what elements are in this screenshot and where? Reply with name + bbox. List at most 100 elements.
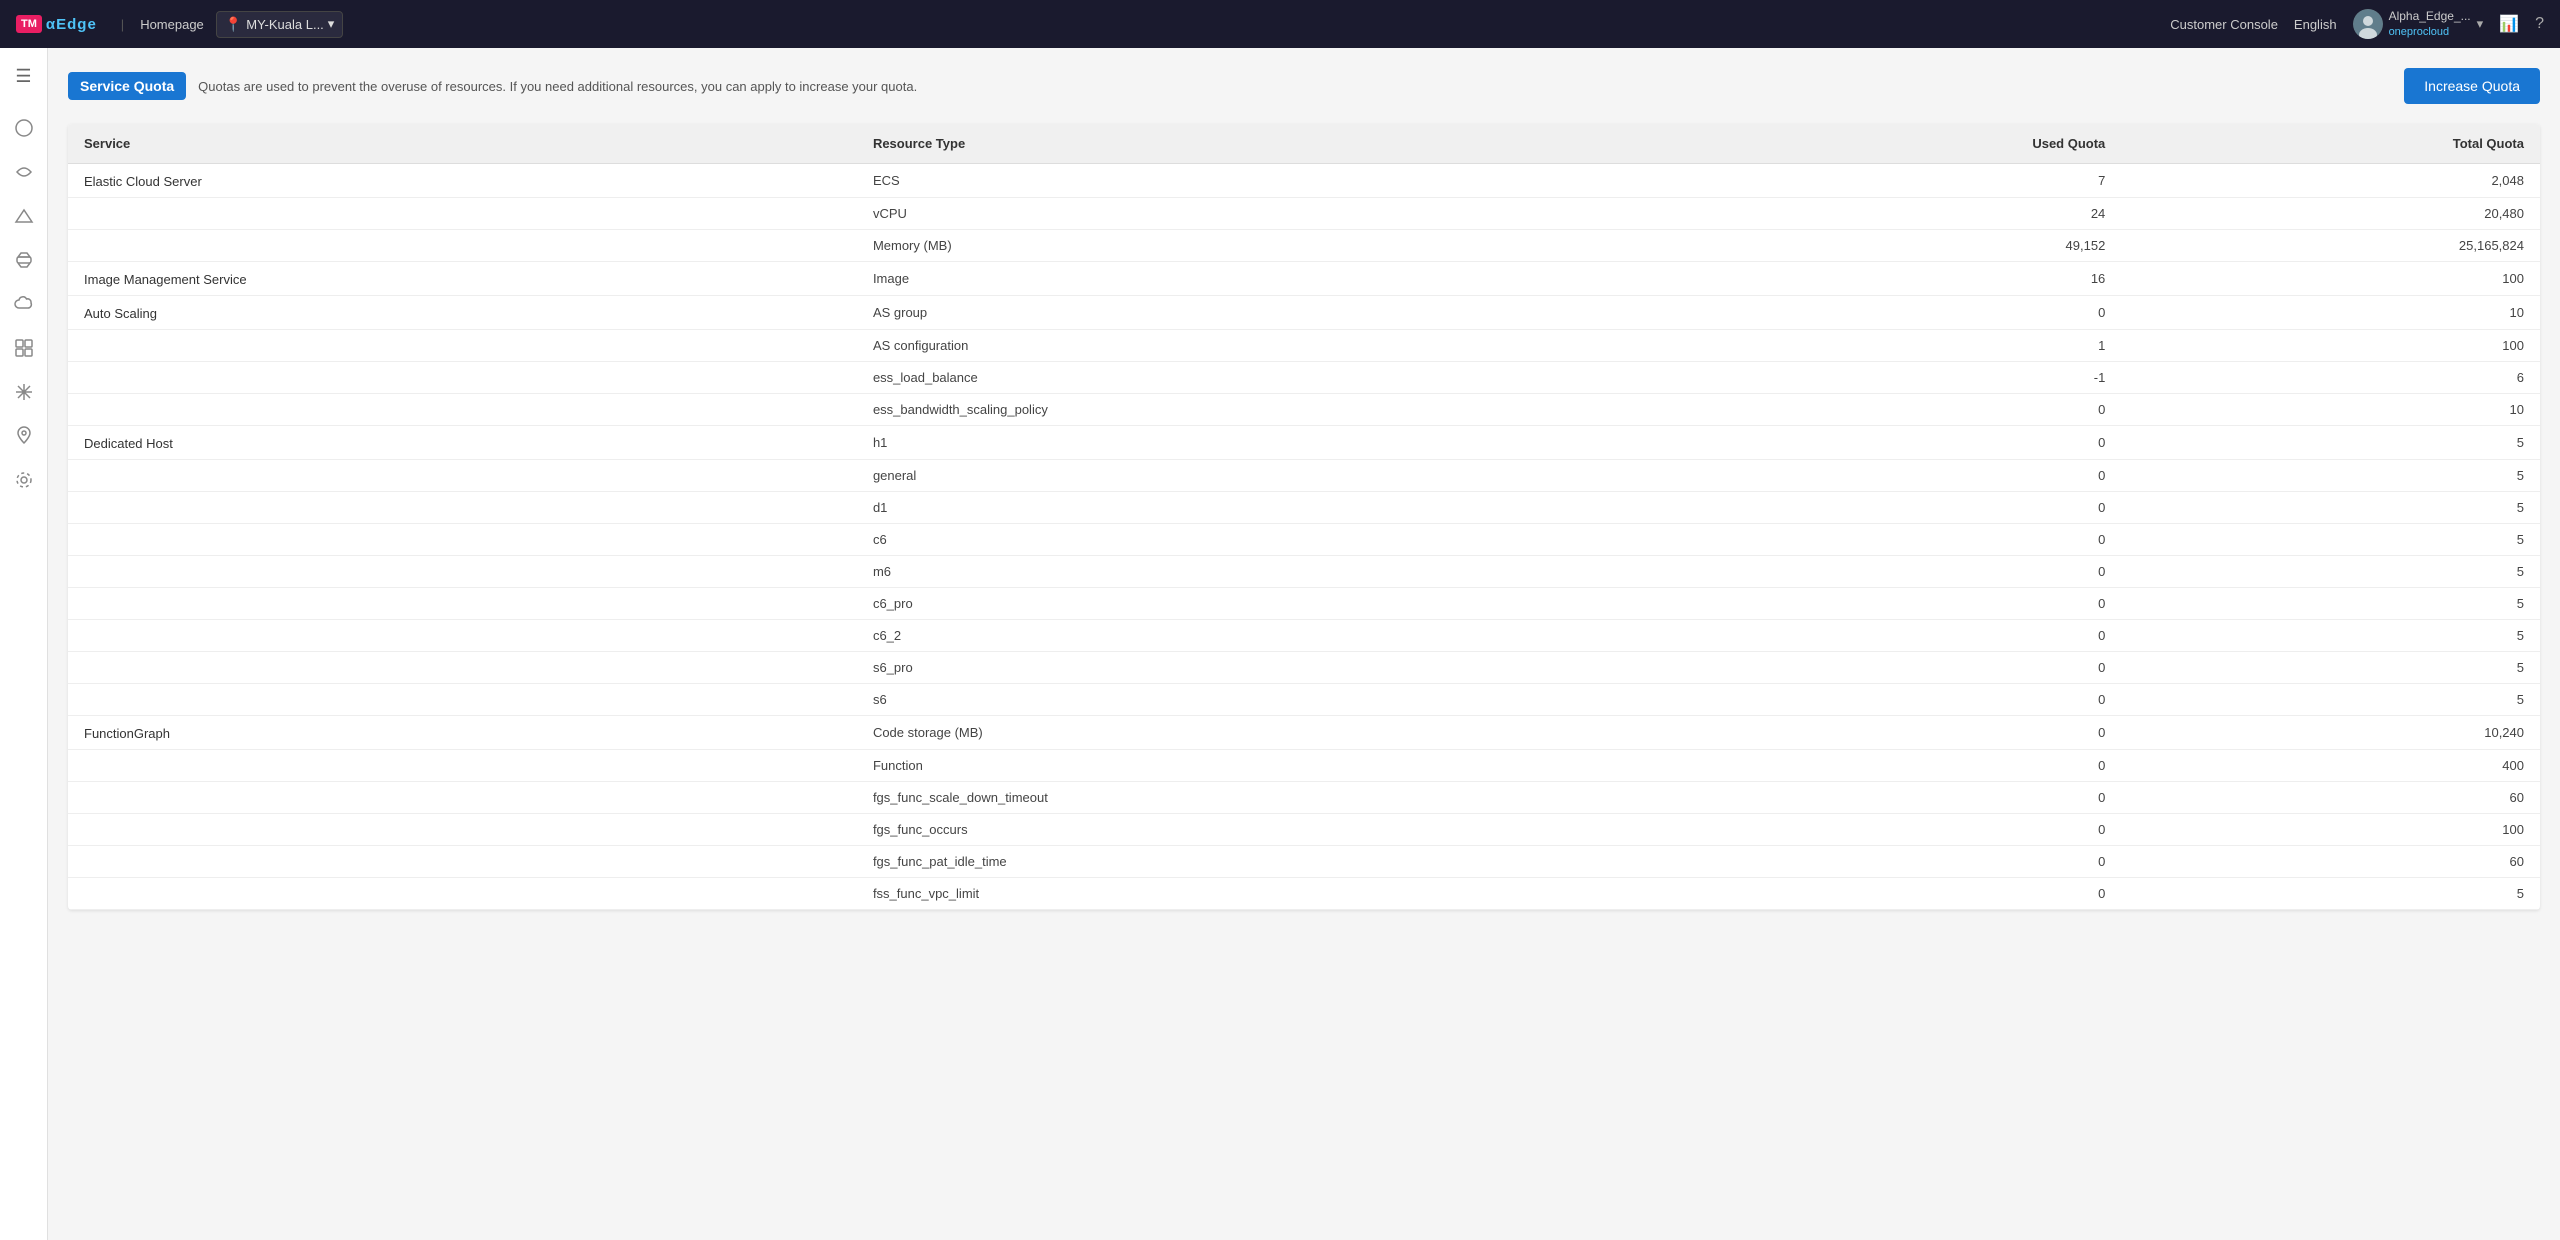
cell-resource-type: d1 bbox=[857, 492, 1696, 524]
avatar bbox=[2353, 9, 2383, 39]
sidebar-item-network[interactable] bbox=[4, 196, 44, 236]
cell-service bbox=[68, 684, 857, 716]
cell-resource-type: fgs_func_scale_down_timeout bbox=[857, 782, 1696, 814]
cell-total-quota: 2,048 bbox=[2121, 164, 2540, 198]
cell-used-quota: 0 bbox=[1696, 878, 2122, 910]
cell-used-quota: 0 bbox=[1696, 588, 2122, 620]
cell-total-quota: 5 bbox=[2121, 492, 2540, 524]
sidebar-item-dashboard[interactable] bbox=[4, 108, 44, 148]
cell-used-quota: 0 bbox=[1696, 782, 2122, 814]
cell-service bbox=[68, 846, 857, 878]
left-sidebar: ☰ bbox=[0, 48, 48, 1240]
sidebar-item-management[interactable] bbox=[4, 372, 44, 412]
cell-used-quota: 0 bbox=[1696, 296, 2122, 330]
page-title: Service Quota bbox=[68, 72, 186, 100]
cell-used-quota: 0 bbox=[1696, 426, 2122, 460]
cell-resource-type: Image bbox=[857, 262, 1696, 296]
table-row: c6_pro05 bbox=[68, 588, 2540, 620]
cell-total-quota: 10,240 bbox=[2121, 716, 2540, 750]
cell-resource-type: m6 bbox=[857, 556, 1696, 588]
logo[interactable]: TM αEdge bbox=[16, 15, 97, 33]
cell-service bbox=[68, 230, 857, 262]
cell-resource-type: Memory (MB) bbox=[857, 230, 1696, 262]
cell-service bbox=[68, 588, 857, 620]
cell-total-quota: 5 bbox=[2121, 684, 2540, 716]
cell-resource-type: ess_load_balance bbox=[857, 362, 1696, 394]
cell-used-quota: 0 bbox=[1696, 556, 2122, 588]
cell-resource-type: general bbox=[857, 460, 1696, 492]
cell-resource-type: s6_pro bbox=[857, 652, 1696, 684]
location-pin-icon: 📍 bbox=[225, 16, 242, 33]
cell-used-quota: 16 bbox=[1696, 262, 2122, 296]
cell-total-quota: 100 bbox=[2121, 262, 2540, 296]
table-row: Image Management ServiceImage16100 bbox=[68, 262, 2540, 296]
user-menu[interactable]: Alpha_Edge_... oneprocloud ▾ bbox=[2353, 9, 2484, 39]
cell-total-quota: 5 bbox=[2121, 524, 2540, 556]
sidebar-item-cloud[interactable] bbox=[4, 284, 44, 324]
table-row: Memory (MB)49,15225,165,824 bbox=[68, 230, 2540, 262]
cell-service bbox=[68, 620, 857, 652]
cell-service bbox=[68, 814, 857, 846]
cell-used-quota: 0 bbox=[1696, 750, 2122, 782]
cell-service bbox=[68, 198, 857, 230]
table-row: m605 bbox=[68, 556, 2540, 588]
table-row: c6_205 bbox=[68, 620, 2540, 652]
cell-resource-type: c6 bbox=[857, 524, 1696, 556]
col-resource-type: Resource Type bbox=[857, 124, 1696, 164]
table-row: Auto ScalingAS group010 bbox=[68, 296, 2540, 330]
cell-service bbox=[68, 394, 857, 426]
cell-used-quota: 24 bbox=[1696, 198, 2122, 230]
main-content: Service Quota Quotas are used to prevent… bbox=[48, 48, 2560, 1240]
cell-total-quota: 100 bbox=[2121, 814, 2540, 846]
cell-resource-type: fgs_func_pat_idle_time bbox=[857, 846, 1696, 878]
increase-quota-button[interactable]: Increase Quota bbox=[2404, 68, 2540, 104]
table-row: ess_bandwidth_scaling_policy010 bbox=[68, 394, 2540, 426]
cell-service bbox=[68, 330, 857, 362]
table-row: Function0400 bbox=[68, 750, 2540, 782]
cell-total-quota: 10 bbox=[2121, 394, 2540, 426]
cell-resource-type: Function bbox=[857, 750, 1696, 782]
top-navigation: TM αEdge | Homepage 📍 MY-Kuala L... ▾ Cu… bbox=[0, 0, 2560, 48]
sidebar-item-deploy[interactable] bbox=[4, 416, 44, 456]
cell-total-quota: 60 bbox=[2121, 846, 2540, 878]
hamburger-menu[interactable]: ☰ bbox=[4, 56, 44, 96]
sidebar-item-storage[interactable] bbox=[4, 240, 44, 280]
cell-used-quota: 49,152 bbox=[1696, 230, 2122, 262]
subname-label: oneprocloud bbox=[2389, 25, 2471, 39]
location-selector[interactable]: 📍 MY-Kuala L... ▾ bbox=[216, 11, 344, 38]
cell-used-quota: 0 bbox=[1696, 684, 2122, 716]
cell-used-quota: 0 bbox=[1696, 716, 2122, 750]
cell-total-quota: 5 bbox=[2121, 620, 2540, 652]
cell-used-quota: -1 bbox=[1696, 362, 2122, 394]
cell-total-quota: 5 bbox=[2121, 588, 2540, 620]
cell-service bbox=[68, 750, 857, 782]
cell-resource-type: ess_bandwidth_scaling_policy bbox=[857, 394, 1696, 426]
cell-total-quota: 20,480 bbox=[2121, 198, 2540, 230]
help-icon[interactable]: ? bbox=[2535, 15, 2544, 33]
cell-service: Dedicated Host bbox=[68, 426, 857, 460]
location-chevron-icon: ▾ bbox=[328, 16, 335, 32]
sidebar-item-services[interactable] bbox=[4, 328, 44, 368]
language-selector[interactable]: English bbox=[2294, 17, 2337, 32]
table-row: fss_func_vpc_limit05 bbox=[68, 878, 2540, 910]
nav-right-group: Customer Console English Alpha_Edge_... … bbox=[2170, 9, 2544, 39]
col-used-quota: Used Quota bbox=[1696, 124, 2122, 164]
cell-service bbox=[68, 492, 857, 524]
cell-service bbox=[68, 460, 857, 492]
table-row: c605 bbox=[68, 524, 2540, 556]
cell-used-quota: 7 bbox=[1696, 164, 2122, 198]
cell-service bbox=[68, 524, 857, 556]
table-row: vCPU2420,480 bbox=[68, 198, 2540, 230]
homepage-link[interactable]: Homepage bbox=[140, 17, 204, 32]
table-row: fgs_func_occurs0100 bbox=[68, 814, 2540, 846]
cell-resource-type: ECS bbox=[857, 164, 1696, 198]
sidebar-item-compute[interactable] bbox=[4, 152, 44, 192]
logo-box: TM bbox=[16, 15, 42, 33]
sidebar-item-settings[interactable] bbox=[4, 460, 44, 500]
page-header: Service Quota Quotas are used to prevent… bbox=[68, 68, 2540, 104]
bar-chart-icon[interactable]: 📊 bbox=[2499, 14, 2519, 34]
col-total-quota: Total Quota bbox=[2121, 124, 2540, 164]
user-chevron-icon: ▾ bbox=[2477, 16, 2484, 32]
cell-used-quota: 0 bbox=[1696, 620, 2122, 652]
customer-console-link[interactable]: Customer Console bbox=[2170, 17, 2278, 32]
